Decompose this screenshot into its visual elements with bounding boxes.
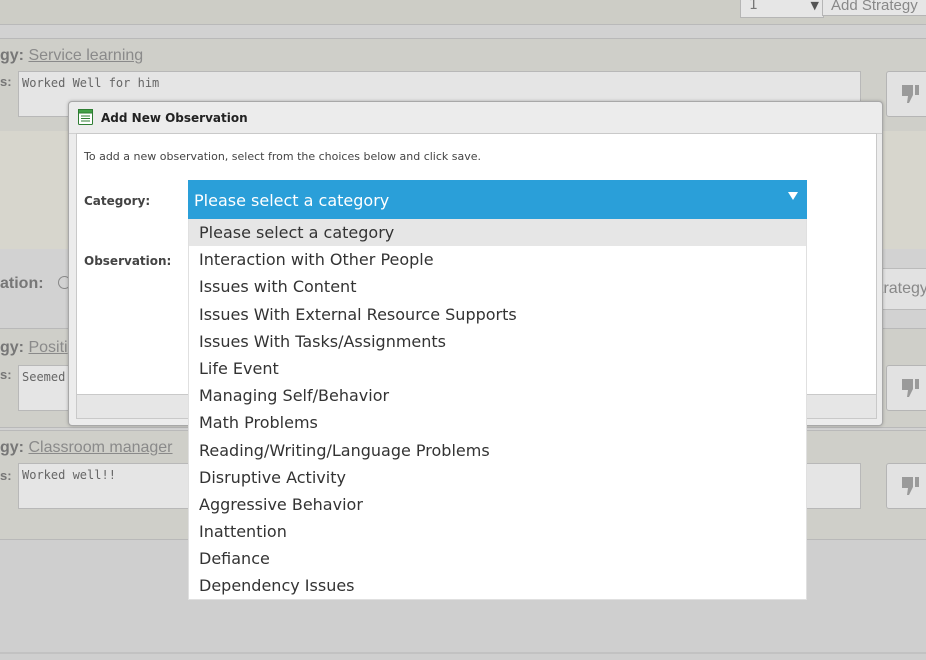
notes-label: s: bbox=[0, 367, 12, 382]
strategy-label: gy: Service learning bbox=[0, 47, 143, 65]
thumbs-down-icon bbox=[902, 85, 919, 103]
category-option[interactable]: Life Event bbox=[189, 355, 806, 382]
strategy-label: gy: Positi bbox=[0, 339, 68, 357]
notes-label: s: bbox=[0, 74, 12, 89]
category-option[interactable]: Issues with Content bbox=[189, 273, 806, 300]
strategy-label-text: gy: bbox=[0, 47, 24, 64]
category-option[interactable]: Issues With Tasks/Assignments bbox=[189, 328, 806, 355]
category-option[interactable]: Managing Self/Behavior bbox=[189, 382, 806, 409]
thumbs-down-icon bbox=[902, 379, 919, 397]
thumbs-down-button[interactable] bbox=[886, 365, 926, 411]
top-number-value: 1 bbox=[749, 0, 758, 13]
category-select-value: Please select a category bbox=[194, 191, 390, 210]
observation-row-label: ation: bbox=[0, 275, 44, 292]
chevron-down-icon bbox=[788, 192, 798, 200]
strategy-label-text: gy: bbox=[0, 439, 24, 456]
top-row: 1 ▼ Add Strategy bbox=[0, 0, 926, 25]
category-option[interactable]: Math Problems bbox=[189, 409, 806, 436]
chevron-down-icon: ▼ bbox=[810, 0, 819, 12]
strategy-link[interactable]: Positi bbox=[28, 339, 67, 356]
category-option[interactable]: Issues With External Resource Supports bbox=[189, 301, 806, 328]
strategy-label: gy: Classroom manager bbox=[0, 439, 173, 457]
top-number-select[interactable]: 1 ▼ bbox=[740, 0, 824, 18]
strategy-link[interactable]: Classroom manager bbox=[28, 439, 172, 456]
category-option[interactable]: Please select a category bbox=[189, 219, 806, 247]
category-dropdown-list: Please select a category Interaction wit… bbox=[188, 219, 807, 600]
divider bbox=[0, 652, 926, 654]
add-strategy-button[interactable]: Add Strategy bbox=[822, 0, 926, 16]
observation-label: Observation: bbox=[84, 254, 172, 268]
strategy-label-text: gy: bbox=[0, 339, 24, 356]
category-option[interactable]: Aggressive Behavior bbox=[189, 491, 806, 518]
category-option[interactable]: Disruptive Activity bbox=[189, 464, 806, 491]
dialog-title: Add New Observation bbox=[101, 111, 248, 125]
strategy-link[interactable]: Service learning bbox=[28, 47, 143, 64]
category-option[interactable]: Reading/Writing/Language Problems bbox=[189, 437, 806, 464]
category-label: Category: bbox=[84, 194, 151, 208]
category-option[interactable]: Interaction with Other People bbox=[189, 246, 806, 273]
thumbs-down-button[interactable] bbox=[886, 463, 926, 509]
thumbs-down-icon bbox=[902, 477, 919, 495]
dialog-instructions: To add a new observation, select from th… bbox=[84, 150, 482, 163]
strategy-button[interactable]: trategy bbox=[876, 268, 926, 310]
form-icon bbox=[78, 109, 93, 125]
category-option[interactable]: Defiance bbox=[189, 545, 806, 572]
thumbs-down-button[interactable] bbox=[886, 71, 926, 117]
category-option[interactable]: Dependency Issues bbox=[189, 572, 806, 599]
category-option[interactable]: Inattention bbox=[189, 518, 806, 545]
notes-label: s: bbox=[0, 468, 12, 483]
dialog-title-bar[interactable]: Add New Observation bbox=[69, 102, 882, 134]
category-select[interactable]: Please select a category bbox=[188, 180, 807, 219]
